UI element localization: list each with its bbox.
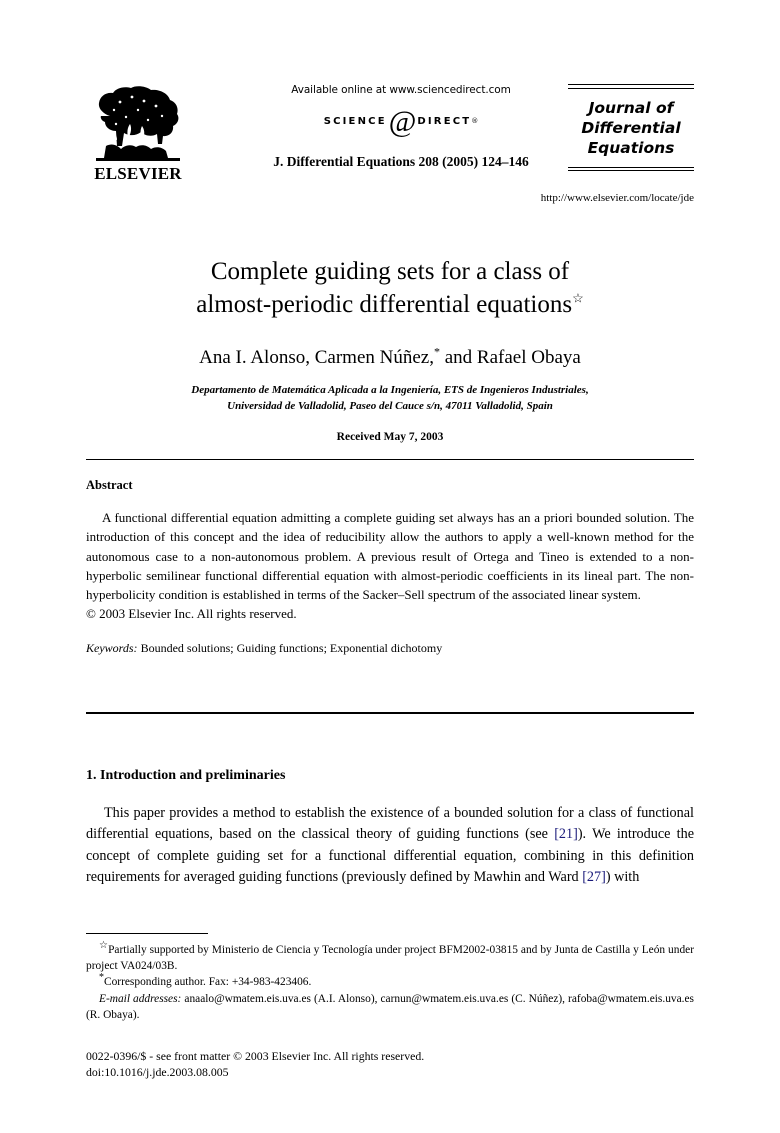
footnote-emails: E-mail addresses: anaalo@wmatem.eis.uva.… xyxy=(86,991,694,1023)
keywords: Keywords: Bounded solutions; Guiding fun… xyxy=(86,640,694,657)
title-block: Complete guiding sets for a class of alm… xyxy=(86,255,694,443)
at-sign-icon: @ xyxy=(388,105,417,138)
imprint-block: 0022-0396/$ - see front matter © 2003 El… xyxy=(86,1049,694,1080)
journal-citation-line: J. Differential Equations 208 (2005) 124… xyxy=(273,154,529,169)
abstract-section: Abstract A functional differential equat… xyxy=(86,478,694,657)
abstract-rule-bottom xyxy=(86,712,694,714)
sciencedirect-block: Available online at www.sciencedirect.co… xyxy=(236,84,566,170)
abstract-copyright: © 2003 Elsevier Inc. All rights reserved… xyxy=(86,606,297,622)
doi-line[interactable]: doi:10.1016/j.jde.2003.08.005 xyxy=(86,1065,694,1081)
paper-title-line-1: Complete guiding sets for a class of xyxy=(210,258,570,285)
sciencedirect-word-science: SCIENCE xyxy=(323,115,387,127)
received-date: Received May 7, 2003 xyxy=(336,431,444,443)
journal-box-rule-bottom xyxy=(568,166,694,172)
citation-reference-27[interactable]: [27] xyxy=(582,869,606,885)
keywords-value: Bounded solutions; Guiding functions; Ex… xyxy=(140,640,443,655)
title-footnote-star-icon[interactable]: ☆ xyxy=(572,291,584,306)
available-online-text: Available online at www.sciencedirect.co… xyxy=(291,84,511,96)
journal-name: Journal of Differential Equations xyxy=(581,98,681,157)
abstract-rule-top xyxy=(86,459,694,460)
keywords-label: Keywords: xyxy=(86,640,138,655)
citation-reference-21[interactable]: [21] xyxy=(554,826,578,842)
footnote-corresponding-author: *Corresponding author. Fax: +34-983-4234… xyxy=(86,973,694,990)
elsevier-wordmark: ELSEVIER xyxy=(94,164,182,183)
intro-text-part-3: ) with xyxy=(605,868,640,885)
journal-title-box: Journal of Differential Equations xyxy=(568,84,694,172)
section-heading-introduction: 1. Introduction and preliminaries xyxy=(86,768,286,783)
registered-trademark-icon: ® xyxy=(471,117,479,125)
footnote-corresponding-text: Corresponding author. Fax: +34-983-42340… xyxy=(104,976,312,989)
affiliation: Departamento de Matemática Aplicada a la… xyxy=(86,383,694,414)
footnote-funding: ☆Partially supported by Ministerio de Ci… xyxy=(86,940,694,974)
affiliation-line-2: Universidad de Valladolid, Paseo del Cau… xyxy=(227,399,553,412)
page-title: Complete guiding sets for a class of alm… xyxy=(86,255,694,321)
masthead: ELSEVIER Available online at www.science… xyxy=(86,84,694,212)
abstract-body: A functional differential equation admit… xyxy=(86,510,694,603)
introduction-paragraph: This paper provides a method to establis… xyxy=(86,803,694,888)
introduction-section: 1. Introduction and preliminaries This p… xyxy=(86,768,694,888)
sciencedirect-logo: SCIENCE @ DIRECT ® xyxy=(236,105,566,138)
authors-names-tail: and Rafael Obaya xyxy=(439,347,581,368)
footnote-separator-rule xyxy=(86,933,208,934)
paper-title-line-2: almost-periodic differential equations xyxy=(196,291,573,318)
footnote-funding-text: Partially supported by Ministerio de Cie… xyxy=(86,944,694,973)
abstract-heading: Abstract xyxy=(86,478,133,492)
email-addresses-label: E-mail addresses: xyxy=(99,992,182,1005)
footnote-star-icon: ☆ xyxy=(99,940,109,952)
authors-names: Ana I. Alonso, Carmen Núñez, xyxy=(199,347,434,368)
sciencedirect-word-direct: DIRECT xyxy=(417,115,472,127)
affiliation-line-1: Departamento de Matemática Aplicada a la… xyxy=(191,384,589,396)
issn-front-matter-line: 0022-0396/$ - see front matter © 2003 El… xyxy=(86,1049,425,1063)
journal-homepage-url[interactable]: http://www.elsevier.com/locate/jde xyxy=(541,192,694,204)
journal-article-first-page: ELSEVIER Available online at www.science… xyxy=(0,0,780,1133)
footnote-block: ☆Partially supported by Ministerio de Ci… xyxy=(86,940,694,1023)
elsevier-tree-icon: ELSEVIER xyxy=(86,86,190,186)
author-list: Ana I. Alonso, Carmen Núñez,* and Rafael… xyxy=(86,346,694,370)
